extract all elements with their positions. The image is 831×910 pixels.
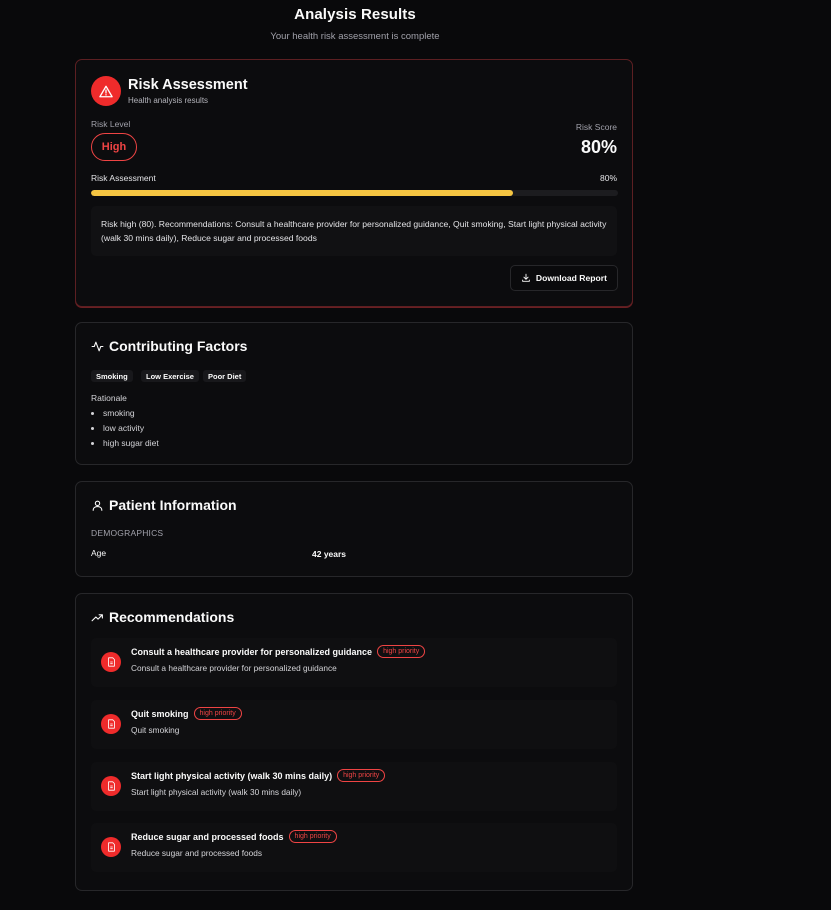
download-icon — [522, 273, 530, 282]
recommendation-item: Start light physical activity (walk 30 m… — [91, 762, 617, 811]
factor-tag: Low Exercise — [141, 370, 199, 382]
priority-badge: high priority — [193, 707, 242, 720]
age-value: 42 years — [312, 549, 347, 559]
patient-information-card: Patient Information DEMOGRAPHICS Age 42 … — [75, 481, 633, 577]
risk-level-label: Risk Level — [91, 119, 131, 129]
priority-badge: high priority — [288, 830, 337, 843]
rationale-list: smoking low activity high sugar diet — [91, 406, 159, 451]
recommendation-description: Consult a healthcare provider for person… — [131, 663, 337, 673]
demographics-label: DEMOGRAPHICS — [91, 528, 164, 538]
rationale-label: Rationale — [91, 393, 127, 403]
user-icon — [92, 500, 103, 511]
document-icon — [101, 714, 121, 734]
list-item: high sugar diet — [91, 436, 159, 451]
risk-summary-text: Risk high (80). Recommendations: Consult… — [101, 219, 607, 243]
age-label: Age — [91, 548, 107, 558]
recommendation-item: Reduce sugar and processed foods high pr… — [91, 823, 617, 872]
list-item: low activity — [91, 421, 159, 436]
recommendation-title: Consult a healthcare provider for person… — [131, 646, 373, 657]
factor-tag: Smoking — [91, 370, 133, 382]
priority-badge: high priority — [377, 645, 426, 658]
recommendation-item: Consult a healthcare provider for person… — [91, 638, 617, 687]
risk-score-value: 80% — [580, 137, 617, 157]
recommendation-description: Reduce sugar and processed foods — [131, 848, 262, 858]
contributing-factors-title: Contributing Factors — [109, 338, 248, 354]
risk-progress-fill — [91, 190, 513, 196]
download-report-button[interactable]: Download Report — [509, 265, 618, 291]
risk-level-badge: High — [91, 133, 137, 161]
risk-progress-label: Risk Assessment — [91, 173, 156, 183]
risk-assessment-title: Risk Assessment — [128, 77, 248, 93]
risk-assessment-card: Risk Assessment Health analysis results … — [75, 59, 633, 307]
recommendation-title: Start light physical activity (walk 30 m… — [131, 770, 333, 781]
list-item: smoking — [91, 406, 159, 421]
recommendations-card: Recommendations Consult a healthcare pro… — [75, 593, 633, 891]
priority-badge: high priority — [337, 769, 386, 782]
recommendation-item: Quit smoking high priority Quit smoking — [91, 700, 617, 749]
recommendations-heading: Recommendations — [91, 609, 234, 625]
factor-tag: Poor Diet — [203, 370, 247, 382]
page-title: Analysis Results — [294, 6, 416, 23]
patient-information-title: Patient Information — [109, 497, 237, 513]
recommendation-description: Quit smoking — [131, 725, 180, 735]
document-icon — [101, 652, 121, 672]
contributing-factors-card: Contributing Factors Smoking Low Exercis… — [75, 322, 633, 465]
risk-progress-bar — [91, 190, 618, 196]
risk-progress-percent: 80% — [599, 173, 617, 183]
risk-score-label: Risk Score — [575, 122, 617, 132]
contributing-factors-heading: Contributing Factors — [91, 338, 247, 354]
patient-information-heading: Patient Information — [91, 497, 237, 513]
risk-summary-box: Risk high (80). Recommendations: Consult… — [91, 206, 617, 256]
page-subtitle: Your health risk assessment is complete — [270, 31, 440, 42]
recommendation-description: Start light physical activity (walk 30 m… — [131, 787, 302, 797]
recommendation-title: Reduce sugar and processed foods — [131, 831, 284, 842]
warning-triangle-icon — [91, 76, 121, 106]
risk-assessment-subtitle: Health analysis results — [128, 96, 209, 105]
document-icon — [101, 776, 121, 796]
recommendations-title: Recommendations — [109, 609, 235, 625]
document-icon — [101, 837, 121, 857]
recommendation-title: Quit smoking — [131, 708, 189, 719]
activity-icon — [91, 341, 104, 351]
trending-up-icon — [91, 613, 103, 621]
download-report-label: Download Report — [535, 273, 607, 283]
